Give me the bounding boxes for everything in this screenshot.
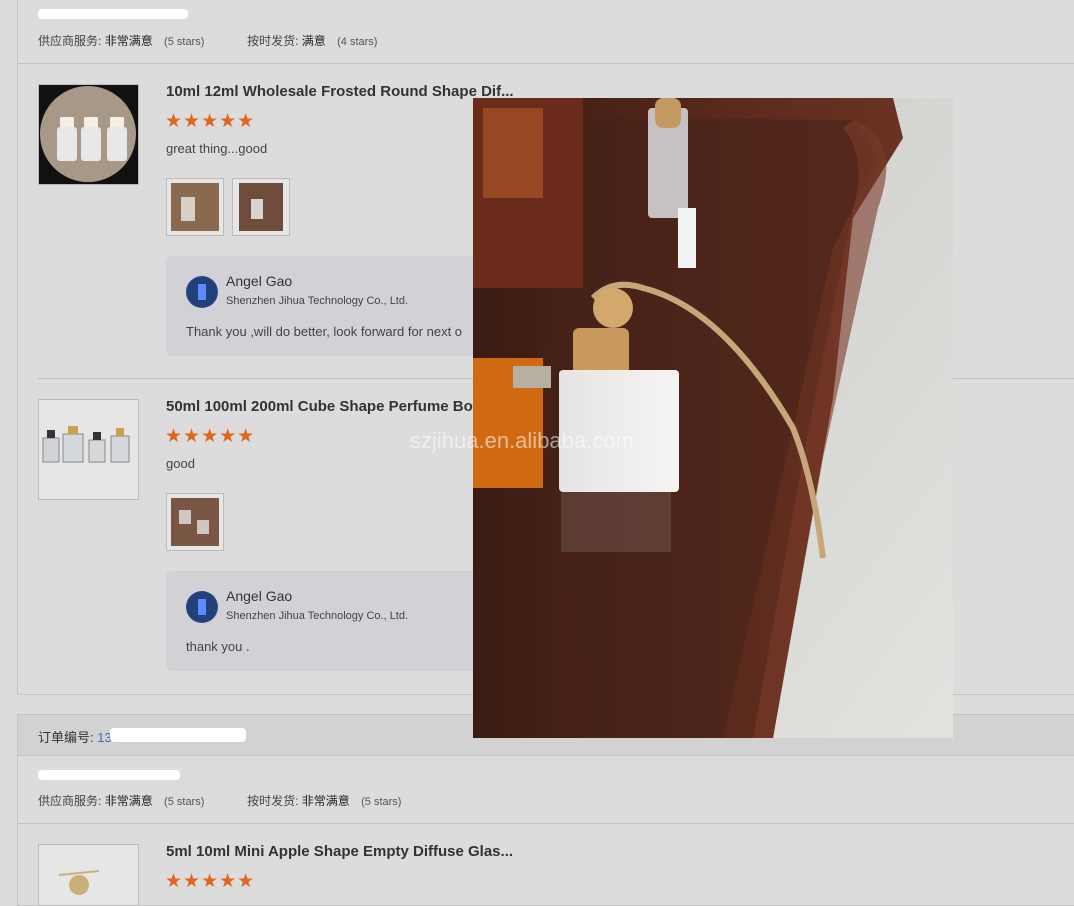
supplier-service-stars: (5 stars) (164, 796, 205, 808)
order2-ratings: 供应商服务: 非常满意 (5 stars) 按时发货: 非常满意 (5 star… (38, 792, 401, 809)
supplier-service-value: 非常满意 (104, 34, 153, 48)
product-thumbnail[interactable] (38, 399, 139, 500)
reply-author-name: Angel Gao (226, 273, 293, 289)
enlarged-review-photo[interactable] (473, 98, 953, 738)
ontime-stars: (5 stars) (361, 796, 402, 808)
reply-text: thank you . (186, 639, 250, 654)
ontime-label: 按时发货: (247, 34, 299, 48)
reply-company: Shenzhen Jihua Technology Co., Ltd. (226, 295, 409, 307)
product-title[interactable]: 5ml 10ml Mini Apple Shape Empty Diffuse … (166, 843, 513, 860)
avatar (186, 591, 218, 623)
product-title[interactable]: 10ml 12ml Wholesale Frosted Round Shape … (166, 83, 514, 100)
divider (18, 63, 1074, 64)
supplier-service-value: 非常满意 (104, 794, 153, 808)
ontime-stars: (4 stars) (337, 36, 378, 48)
review-photo (171, 498, 219, 546)
product-title[interactable]: 50ml 100ml 200ml Cube Shape Perfume Bo (166, 398, 473, 415)
review-photo-large (473, 98, 953, 738)
divider (18, 823, 1074, 824)
review-photo-thumbnail[interactable] (232, 178, 290, 236)
reply-company: Shenzhen Jihua Technology Co., Ltd. (226, 610, 409, 622)
product-image (42, 426, 130, 463)
review-photo (171, 183, 219, 231)
supplier-service-label: 供应商服务: (38, 34, 102, 48)
product-image (58, 870, 100, 895)
redacted-order-number (110, 728, 246, 742)
review-text: good (166, 456, 195, 471)
order1-ratings: 供应商服务: 非常满意 (5 stars) 按时发货: 满意 (4 stars) (38, 32, 377, 49)
redacted-buyer-name (38, 770, 180, 780)
supplier-service-stars: (5 stars) (164, 36, 205, 48)
product-thumbnail[interactable] (38, 844, 139, 906)
reply-text: Thank you ,will do better, look forward … (186, 324, 463, 339)
star-icon: ★★★★★ (165, 871, 256, 892)
ontime-label: 按时发货: (247, 794, 299, 808)
review-photo (239, 183, 283, 231)
star-icon: ★★★★★ (165, 426, 256, 447)
avatar (186, 276, 218, 308)
product-thumbnail[interactable] (38, 84, 139, 185)
product-image (40, 86, 136, 182)
review-photo-thumbnail[interactable] (166, 178, 224, 236)
star-icon: ★★★★★ (165, 111, 256, 132)
order-number-label: 订单编号: (38, 730, 94, 745)
redacted-buyer-name (38, 9, 188, 19)
review-photo-thumbnail[interactable] (166, 493, 224, 551)
reply-author-name: Angel Gao (226, 588, 293, 604)
ontime-value: 非常满意 (301, 794, 350, 808)
review-text: great thing...good (166, 141, 268, 156)
ontime-value: 满意 (301, 34, 326, 48)
image-watermark: szjihua.en.alibaba.com (410, 428, 634, 453)
supplier-service-label: 供应商服务: (38, 794, 102, 808)
